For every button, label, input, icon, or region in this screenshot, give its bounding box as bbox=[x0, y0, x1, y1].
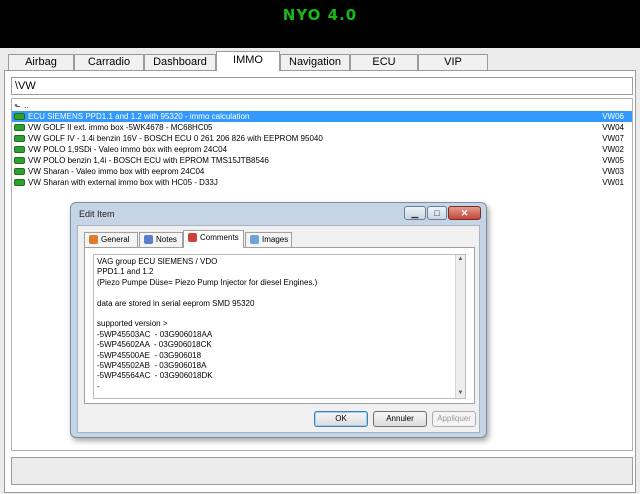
ok-button[interactable]: OK bbox=[314, 411, 368, 427]
list-item[interactable]: VW POLO benzin 1,4i - BOSCH ECU with EPR… bbox=[12, 155, 632, 166]
tab-comments-label: Comments bbox=[200, 233, 239, 242]
main-tab-bar: Airbag Carradio Dashboard IMMO Navigatio… bbox=[4, 51, 636, 71]
status-bar bbox=[11, 457, 633, 485]
item-icon bbox=[14, 168, 25, 175]
item-code: VW06 bbox=[602, 112, 624, 121]
item-code: VW07 bbox=[602, 134, 624, 143]
tab-navigation[interactable]: Navigation bbox=[280, 54, 350, 70]
item-code: VW03 bbox=[602, 167, 624, 176]
comments-panel: VAG group ECU SIEMENS / VDO PPD1.1 and 1… bbox=[84, 247, 475, 404]
up-label: .. bbox=[24, 101, 29, 110]
item-icon bbox=[14, 179, 25, 186]
list-up-item[interactable]: ⬑ .. bbox=[12, 100, 632, 111]
list-item[interactable]: ECU SIEMENS PPD1.1 and 1.2 with 95320 - … bbox=[12, 111, 632, 122]
cancel-button[interactable]: Annuler bbox=[373, 411, 427, 427]
scroll-down-icon[interactable]: ▼ bbox=[456, 389, 465, 398]
app-title: NYO 4.0 bbox=[282, 6, 358, 24]
item-code: VW04 bbox=[602, 123, 624, 132]
item-text: VW GOLF II ext. immo box -5WK4678 - MC68… bbox=[28, 123, 213, 132]
tab-comments[interactable]: Comments bbox=[183, 230, 244, 248]
title-banner: NYO 4.0 bbox=[0, 0, 640, 48]
comments-text: VAG group ECU SIEMENS / VDO PPD1.1 and 1… bbox=[97, 257, 318, 391]
tab-images[interactable]: Images bbox=[245, 232, 292, 247]
list-item[interactable]: VW POLO 1,9SDi - Valeo immo box with eep… bbox=[12, 144, 632, 155]
tab-general-label: General bbox=[101, 235, 130, 244]
maximize-button[interactable]: □ bbox=[427, 206, 447, 220]
tab-immo[interactable]: IMMO bbox=[216, 51, 280, 71]
tab-dashboard[interactable]: Dashboard bbox=[144, 54, 216, 70]
path-field[interactable]: \VW bbox=[11, 77, 633, 95]
notes-icon bbox=[144, 235, 153, 244]
tab-notes[interactable]: Notes bbox=[139, 232, 183, 247]
scroll-up-icon[interactable]: ▲ bbox=[456, 255, 465, 264]
item-icon bbox=[14, 157, 25, 164]
comments-icon bbox=[188, 233, 197, 242]
tab-general[interactable]: General bbox=[84, 232, 138, 247]
item-text: VW POLO benzin 1,4i - BOSCH ECU with EPR… bbox=[28, 156, 269, 165]
item-icon bbox=[14, 146, 25, 153]
item-text: VW Sharan with external immo box with HC… bbox=[28, 178, 218, 187]
dialog-title: Edit Item bbox=[79, 209, 115, 219]
general-icon bbox=[89, 235, 98, 244]
item-text: VW POLO 1,9SDi - Valeo immo box with eep… bbox=[28, 145, 228, 154]
tab-vip[interactable]: VIP bbox=[418, 54, 488, 70]
tab-images-label: Images bbox=[262, 235, 289, 244]
apply-button[interactable]: Appliquer bbox=[432, 411, 476, 427]
list-item[interactable]: VW Sharan - Valeo immo box with eeprom 2… bbox=[12, 166, 632, 177]
tab-ecu[interactable]: ECU bbox=[350, 54, 418, 70]
item-text: VW GOLF IV - 1.4i benzin 16V - BOSCH ECU… bbox=[28, 134, 323, 143]
item-code: VW02 bbox=[602, 145, 624, 154]
item-code: VW05 bbox=[602, 156, 624, 165]
edit-item-dialog: Edit Item ▁ □ ✕ General Notes Comments I… bbox=[70, 202, 487, 438]
tab-carradio[interactable]: Carradio bbox=[74, 54, 144, 70]
list-item[interactable]: VW Sharan with external immo box with HC… bbox=[12, 177, 632, 188]
item-text: VW Sharan - Valeo immo box with eeprom 2… bbox=[28, 167, 205, 176]
close-button[interactable]: ✕ bbox=[448, 206, 481, 220]
tab-notes-label: Notes bbox=[156, 235, 177, 244]
minimize-button[interactable]: ▁ bbox=[404, 206, 426, 220]
item-icon bbox=[14, 113, 25, 120]
item-icon bbox=[14, 135, 25, 142]
item-icon bbox=[14, 124, 25, 131]
item-code: VW01 bbox=[602, 178, 624, 187]
dialog-body: General Notes Comments Images VAG group … bbox=[77, 225, 480, 433]
list-item[interactable]: VW GOLF IV - 1.4i benzin 16V - BOSCH ECU… bbox=[12, 133, 632, 144]
list-item[interactable]: VW GOLF II ext. immo box -5WK4678 - MC68… bbox=[12, 122, 632, 133]
tab-airbag[interactable]: Airbag bbox=[8, 54, 74, 70]
comments-scrollbar[interactable]: ▲ ▼ bbox=[455, 255, 465, 398]
images-icon bbox=[250, 235, 259, 244]
comments-textarea[interactable]: VAG group ECU SIEMENS / VDO PPD1.1 and 1… bbox=[93, 254, 466, 399]
item-text: ECU SIEMENS PPD1.1 and 1.2 with 95320 - … bbox=[28, 112, 250, 121]
